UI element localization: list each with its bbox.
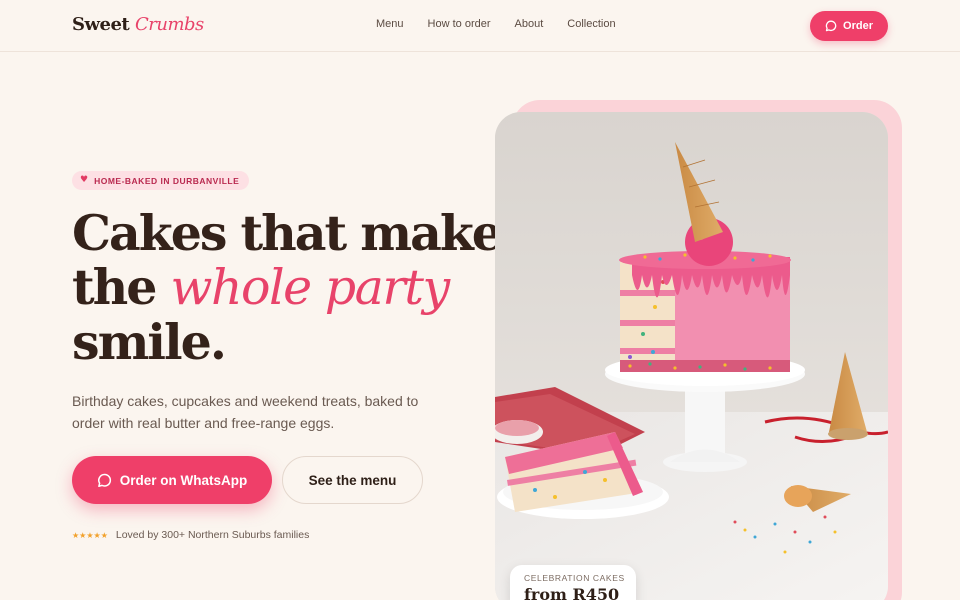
header-order-label: Order [843,20,873,32]
nav-item-about[interactable]: About [515,18,544,30]
headline-highlight: whole party [170,259,451,316]
chat-bubble-icon [825,20,837,32]
header-order-button[interactable]: Order [810,11,888,41]
brand-name-accent: Crumbs [135,14,204,35]
order-whatsapp-label: Order on WhatsApp [119,472,248,488]
chat-bubble-icon [97,473,111,487]
nav-item-collection[interactable]: Collection [567,18,615,30]
see-menu-label: See the menu [308,472,397,488]
price-tag-label: CELEBRATION CAKES [524,573,625,583]
main-nav: Menu How to order About Collection [376,18,616,30]
headline-line-1: Cakes that make [72,204,503,262]
site-header: Sweet Crumbs Menu How to order About Col… [0,0,960,52]
location-badge-text: HOME-BAKED IN DURBANVILLE [94,175,240,186]
headline-line-2-start: the [72,258,171,316]
cake-photo [495,112,888,600]
nav-item-menu[interactable]: Menu [376,18,404,30]
rating-stars-icon: ★★★★★ [72,530,108,540]
location-badge: ♥ HOME-BAKED IN DURBANVILLE [72,171,250,190]
nav-item-how-to-order[interactable]: How to order [428,18,491,30]
price-tag-value: from R450 [524,585,620,600]
see-menu-button[interactable]: See the menu [282,456,423,504]
hero-description: Birthday cakes, cupcakes and weekend tre… [72,393,419,431]
headline-line-2: the whole party [72,260,501,315]
order-whatsapp-button[interactable]: Order on WhatsApp [72,456,272,504]
price-tag: CELEBRATION CAKES from R450 [510,565,636,600]
brand-logo[interactable]: Sweet Crumbs [72,14,204,35]
pink-drip-cake-illustration [495,112,888,600]
brand-name-main: Sweet [72,14,130,35]
heart-icon: ♥ [80,175,89,185]
hero-headline: Cakes that make the whole party smile. [72,204,503,371]
social-proof: ★★★★★ Loved by 300+ Northern Suburbs fam… [72,529,309,541]
rating-text: Loved by 300+ Northern Suburbs families [115,529,310,541]
headline-line-3: smile. [72,313,227,371]
